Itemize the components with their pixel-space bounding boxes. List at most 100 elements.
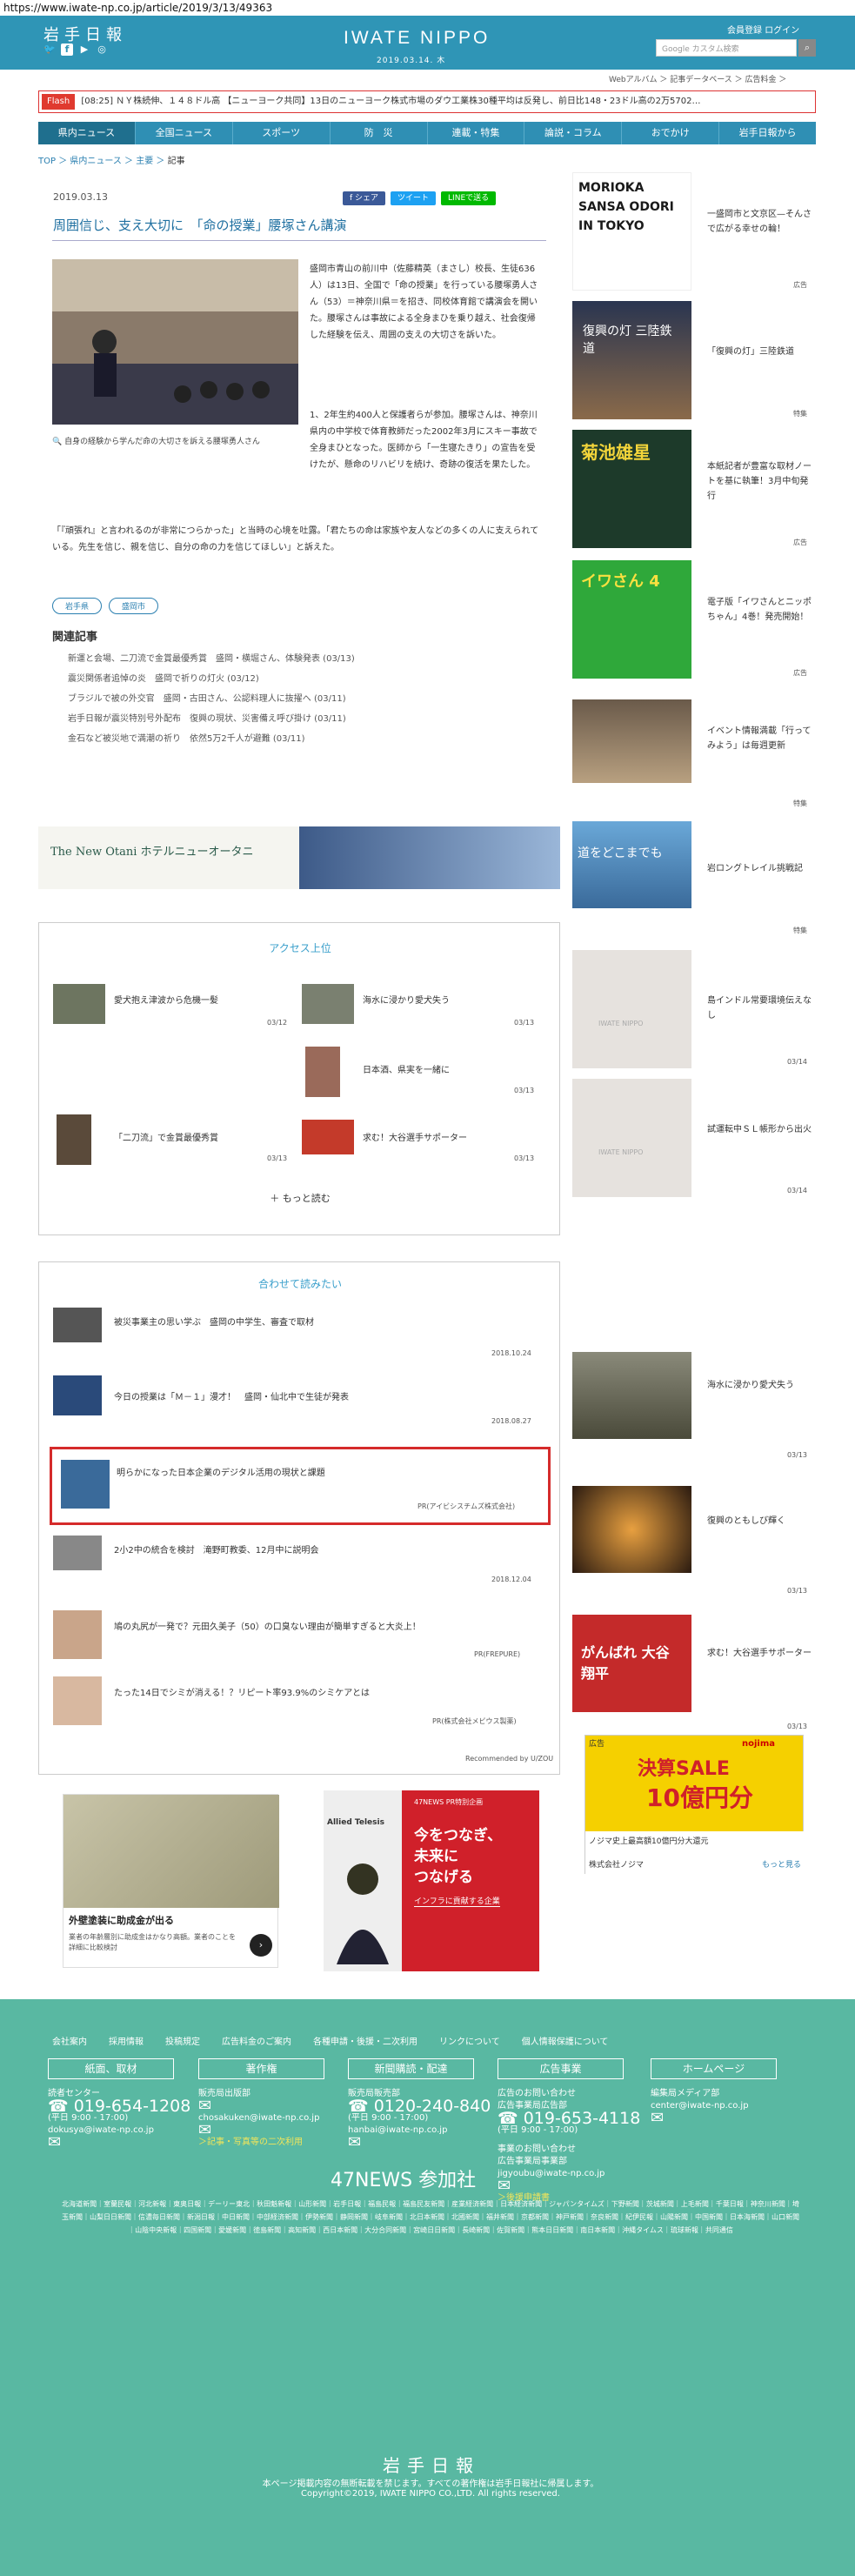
footer-btn-kodoku[interactable]: 新聞購読・配達: [348, 2058, 474, 2079]
footer-link[interactable]: 広告料金のご案内: [222, 2034, 291, 2047]
rec-thumb[interactable]: [53, 1308, 102, 1342]
mail-icon[interactable]: ✉: [48, 2135, 190, 2151]
footer-btn-homepage[interactable]: ホームページ: [651, 2058, 777, 2079]
recommended-by[interactable]: Recommended by U/ZOU: [465, 1755, 553, 1763]
email-link[interactable]: chosakuken@iwate-np.co.jp: [198, 2112, 319, 2124]
footer-link[interactable]: 投稿規定: [165, 2034, 200, 2047]
facebook-icon[interactable]: f: [61, 43, 73, 56]
footer-btn-shimen[interactable]: 紙面、取材: [48, 2058, 174, 2079]
zoom-icon[interactable]: 🔍: [52, 438, 62, 446]
mail-icon[interactable]: ✉: [651, 2111, 749, 2126]
footer-link[interactable]: リンクについて: [439, 2034, 500, 2047]
sidebar-item[interactable]: イワさん 4 電子版「イワさんとニッポちゃん」4巻！発売開始！ 広告: [572, 560, 816, 682]
search-icon[interactable]: ⌕: [798, 39, 816, 57]
nav-ronsetsu[interactable]: 論説・コラム: [524, 122, 623, 144]
tweet-button[interactable]: ツイート: [391, 191, 437, 205]
rank-thumb[interactable]: [57, 1114, 91, 1165]
chevron-right-icon[interactable]: ›: [250, 1934, 272, 1957]
sidebar-item[interactable]: IWATE NIPPO 島インドル常要環境伝えなし 03/14: [572, 950, 816, 1072]
nav-nippo[interactable]: 岩手日報から: [719, 122, 816, 144]
member-papers[interactable]: 北海道新聞｜室蘭民報｜河北新報｜東奥日報｜デーリー東北｜秋田魁新報｜山形新聞｜岩…: [61, 2198, 800, 2237]
rec-thumb[interactable]: [53, 1536, 102, 1570]
email-link[interactable]: dokusya@iwate-np.co.jp: [48, 2124, 190, 2137]
nav-kennai[interactable]: 県内ニュース: [38, 122, 136, 144]
allied-ad[interactable]: Allied Telesis 47NEWS PR特別企画 今をつなぎ、 未来に つな…: [324, 1790, 539, 1971]
rank-title[interactable]: 愛犬抱え津波から危機一髪: [114, 993, 218, 1006]
paint-ad[interactable]: 外壁塗装に助成金が出る 業者の年齢層別に助成金はかなり高額。業者のことを詳細に比…: [63, 1794, 279, 1968]
sidebar-item[interactable]: がんばれ 大谷翔平 求む！大谷選手サポーター 03/13: [572, 1615, 816, 1736]
email-link[interactable]: jigyoubu@iwate-np.co.jp: [498, 2168, 640, 2180]
tag-iwate[interactable]: 岩手県: [52, 598, 103, 614]
footer-link[interactable]: 会社案内: [52, 2034, 87, 2047]
rec-thumb[interactable]: [53, 1610, 102, 1659]
footer-link[interactable]: 各種申請・後援・二次利用: [313, 2034, 417, 2047]
ticker-text[interactable]: ＮＹ株続伸、１４８ドル高 【ニューヨーク共同】13日のニューヨーク株式市場のダウ…: [116, 97, 700, 106]
mail-icon[interactable]: ✉: [198, 2123, 319, 2138]
sidebar-item[interactable]: IWATE NIPPO 試運転中ＳＬ帳形から出火 03/14: [572, 1079, 816, 1201]
rec-title[interactable]: 2小2中の統合を検討 滝野町教委、12月中に説明会: [114, 1542, 318, 1556]
search-input[interactable]: Google カスタム検索: [656, 39, 797, 57]
related-item[interactable]: ブラジルで被の外交官 盛岡・古田さん、公認料理人に抜擢へ (03/11): [68, 689, 355, 709]
member-links[interactable]: 会員登録 ログイン: [727, 23, 799, 36]
youtube-icon[interactable]: ▶: [78, 43, 90, 56]
rank-title[interactable]: 求む！大谷選手サポーター: [363, 1130, 467, 1143]
rec-title[interactable]: 今日の授業は「Ｍ－１」漫才！ 盛岡・仙北中で生徒が発表: [114, 1389, 349, 1402]
hotel-ad-banner[interactable]: The New Otani ホテルニューオータニ: [38, 826, 560, 889]
related-item[interactable]: 金石など被災地で満潮の祈り 依然5万2千人が避難 (03/11): [68, 729, 355, 749]
nav-bousai[interactable]: 防 災: [331, 122, 428, 144]
rec-title[interactable]: たった14日でシミが消える！？リピート率93.9%のシミケアとは: [114, 1685, 370, 1698]
site-logo[interactable]: 岩手日報: [43, 23, 127, 45]
sidebar-item[interactable]: MORIOKA SANSA ODORI IN TOKYO 一盛岡市と文京区—そん…: [572, 172, 816, 294]
crumb-shuyo[interactable]: 主要: [136, 157, 153, 166]
rank-title[interactable]: 海水に浸かり愛犬失う: [363, 993, 450, 1006]
news-ticker[interactable]: Flash [08:25] ＮＹ株続伸、１４８ドル高 【ニューヨーク共同】13日…: [38, 90, 816, 113]
phone-number[interactable]: ☎ 019-654-1208: [48, 2098, 190, 2115]
sidebar-item[interactable]: 菊池雄星 本紙記者が豊富な取材ノートを基に執筆！3月中旬発行 広告: [572, 430, 816, 552]
footer-btn-kokoku[interactable]: 広告事業: [498, 2058, 624, 2079]
rank-thumb[interactable]: [302, 984, 354, 1024]
nav-zenkoku[interactable]: 全国ニュース: [136, 122, 233, 144]
url-bar[interactable]: https://www.iwate-np.co.jp/article/2019/…: [0, 0, 855, 16]
footer-btn-chosakuken[interactable]: 著作権: [198, 2058, 324, 2079]
nojima-ad[interactable]: 広告 nojima 決算SALE 10億円分 ノジマ史上最高額10億円分大還元 …: [584, 1735, 805, 1875]
related-item[interactable]: 新運と会場、二刀流で金賞最優秀賞 盛岡・横堀さん、体験発表 (03/13): [68, 649, 355, 669]
footer-logo[interactable]: 岩手日報: [383, 2452, 480, 2477]
nav-rensai[interactable]: 連載・特集: [428, 122, 525, 144]
rank-thumb[interactable]: [305, 1047, 340, 1097]
rec-thumb[interactable]: [53, 1375, 102, 1415]
email-link[interactable]: center@iwate-np.co.jp: [651, 2100, 749, 2112]
tag-morioka[interactable]: 盛岡市: [109, 598, 159, 614]
facebook-share-button[interactable]: f シェア: [343, 191, 386, 205]
rec-title[interactable]: 明らかになった日本企業のデジタル活用の現状と課題: [117, 1465, 325, 1478]
instagram-icon[interactable]: ◎: [96, 43, 108, 56]
nojima-more-link[interactable]: もっと見る: [762, 1858, 801, 1870]
sidebar-item[interactable]: 復興の灯 三陸鉄道 「復興の灯」三陸鉄道 特集: [572, 301, 816, 423]
crumb-top[interactable]: TOP: [38, 157, 56, 166]
sidebar-item[interactable]: イベント情報満載「行ってみよう」は毎週更新 特集: [572, 691, 816, 813]
rank-title[interactable]: 「二刀流」で金賞最優秀賞: [114, 1130, 218, 1143]
footer-link[interactable]: 個人情報保護について: [522, 2034, 609, 2047]
rank-title[interactable]: 日本酒、県実を一緒に: [363, 1062, 450, 1075]
article-photo[interactable]: [52, 259, 298, 425]
footer-link[interactable]: 採用情報: [109, 2034, 144, 2047]
line-share-button[interactable]: LINEで送る: [441, 191, 497, 205]
sidebar-item[interactable]: 道をどこまでも 岩ロングトレイル挑戦記 特集: [572, 818, 816, 940]
phone-number[interactable]: ☎ 0120-240-840: [348, 2098, 491, 2115]
nav-sports[interactable]: スポーツ: [233, 122, 331, 144]
mail-icon[interactable]: ✉: [198, 2098, 319, 2114]
rec-title[interactable]: 被災事業主の思い学ぶ 盛岡の中学生、審査で取材: [114, 1315, 314, 1328]
related-item[interactable]: 岩手日報が震災特別号外配布 復興の現状、災害備え呼び掛け (03/11): [68, 709, 355, 729]
sidebar-item[interactable]: 復興のともしび輝く 03/13: [572, 1479, 816, 1601]
email-link[interactable]: hanbai@iwate-np.co.jp: [348, 2124, 491, 2137]
more-button[interactable]: ＋ もっと読む: [39, 1191, 561, 1205]
rec-thumb[interactable]: [53, 1676, 102, 1725]
brand-title[interactable]: IWATE NIPPO: [344, 28, 490, 49]
mail-icon[interactable]: ✉: [498, 2178, 640, 2194]
highlighted-pr-item[interactable]: 明らかになった日本企業のデジタル活用の現状と課題 PR(アイビシスチムズ株式会社…: [50, 1447, 551, 1525]
sidebar-item[interactable]: 海水に浸かり愛犬失う 03/13: [572, 1343, 816, 1465]
rank-thumb[interactable]: [53, 984, 105, 1024]
phone-number[interactable]: ☎ 019-653-4118: [498, 2111, 640, 2127]
mail-icon[interactable]: ✉: [348, 2135, 491, 2151]
sub-navigation[interactable]: Webアルバム ＞ 記事データベース ＞ 広告料金 ＞: [609, 73, 786, 84]
twitter-icon[interactable]: 🐦: [43, 43, 56, 56]
